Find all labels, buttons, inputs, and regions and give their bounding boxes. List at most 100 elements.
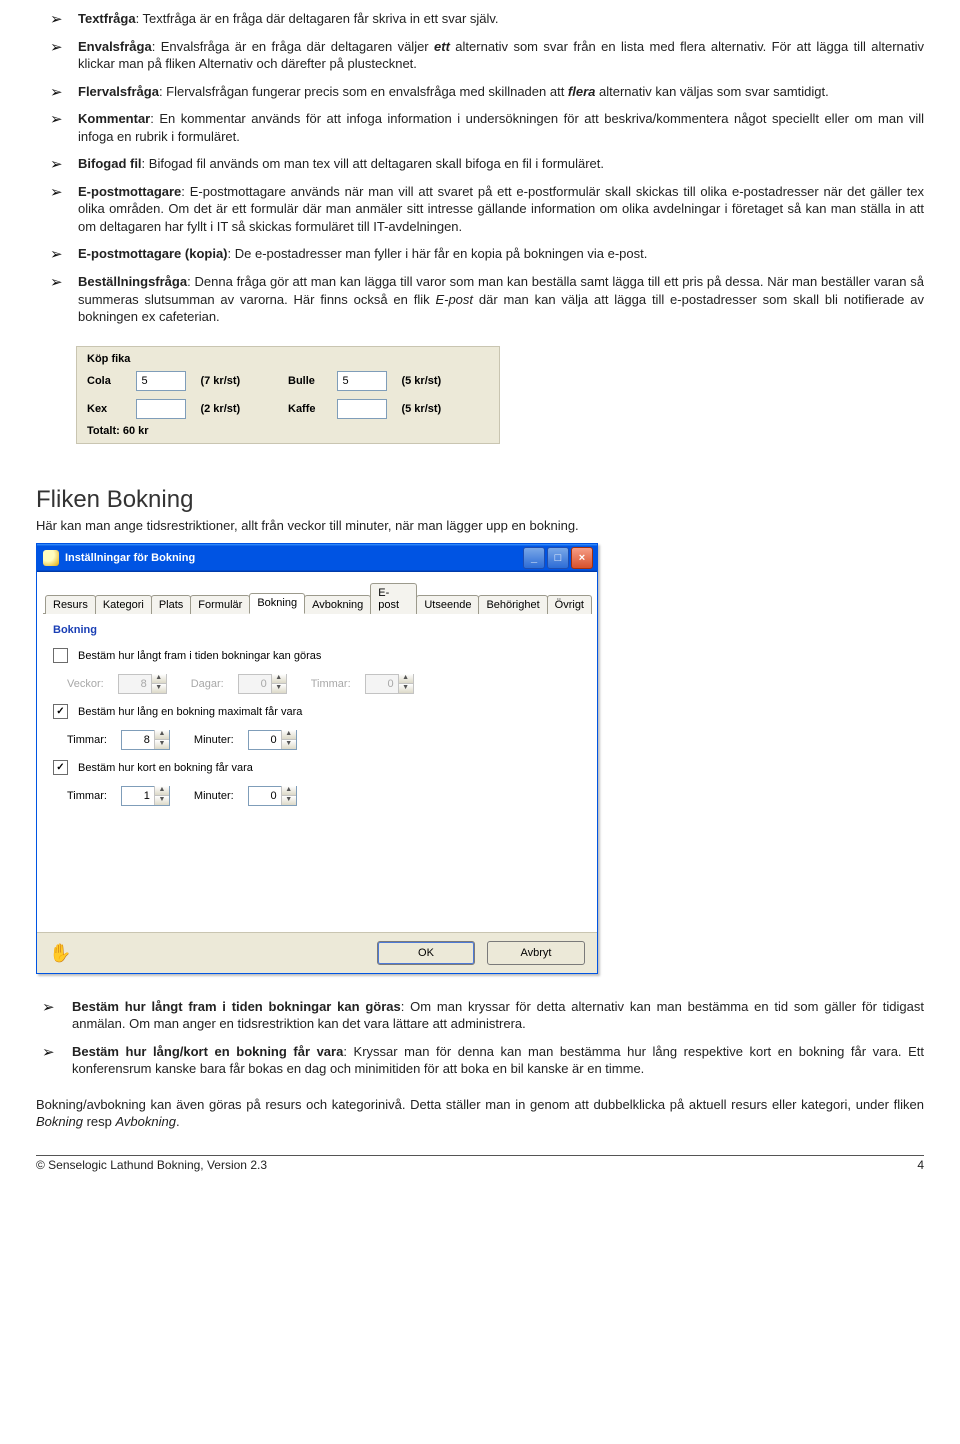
term: Flervalsfråga xyxy=(78,84,159,99)
tab-behörighet[interactable]: Behörighet xyxy=(478,595,547,614)
checkbox-label: Bestäm hur långt fram i tiden bokningar … xyxy=(78,650,321,662)
close-button[interactable]: × xyxy=(571,547,593,569)
item-label: Bulle xyxy=(288,375,337,387)
list-item: Beställningsfråga: Denna fråga gör att m… xyxy=(36,273,924,326)
term-body: : Textfråga är en fråga där deltagaren f… xyxy=(136,11,499,26)
item-price: (5 kr/st) xyxy=(387,375,489,387)
footer-page-number: 4 xyxy=(917,1158,924,1172)
checkbox-limit-ahead[interactable] xyxy=(53,648,68,663)
tab-övrigt[interactable]: Övrigt xyxy=(547,595,592,614)
tab-resurs[interactable]: Resurs xyxy=(45,595,96,614)
term: Textfråga xyxy=(78,11,136,26)
spinner-up-icon[interactable]: ▲ xyxy=(282,786,296,795)
spinner-up-icon[interactable]: ▲ xyxy=(282,730,296,739)
spinner-down-icon[interactable]: ▼ xyxy=(282,739,296,749)
order-title: Köp fika xyxy=(87,353,489,365)
item-label: Cola xyxy=(87,375,136,387)
item-price: (7 kr/st) xyxy=(186,375,288,387)
term-body: : En kommentar används för att infoga in… xyxy=(78,111,924,144)
minimize-button[interactable]: _ xyxy=(523,547,545,569)
spinner-down-icon: ▼ xyxy=(399,683,413,693)
help-hand-icon[interactable]: ✋ xyxy=(49,944,71,962)
footer-left: © Senselogic Lathund Bokning, Version 2.… xyxy=(36,1158,267,1172)
group-title: Bokning xyxy=(53,624,581,636)
dialog-icon xyxy=(43,550,59,566)
order-total: Totalt: 60 kr xyxy=(87,425,489,437)
qty-input[interactable] xyxy=(337,399,387,419)
spinner-down-icon[interactable]: ▼ xyxy=(282,795,296,805)
spinner-label: Veckor: xyxy=(67,678,104,690)
spinner-input[interactable]: 0▲▼ xyxy=(248,730,297,750)
qty-input[interactable]: 5 xyxy=(337,371,387,391)
dialog-title: Inställningar för Bokning xyxy=(65,552,523,564)
spinner-up-icon[interactable]: ▲ xyxy=(155,730,169,739)
term-body: : Bifogad fil används om man tex vill at… xyxy=(142,156,604,171)
spinner-label: Timmar: xyxy=(67,790,107,802)
section-subtext: Här kan man ange tidsrestriktioner, allt… xyxy=(36,518,924,533)
tab-kategori[interactable]: Kategori xyxy=(95,595,152,614)
tab-bokning[interactable]: Bokning xyxy=(249,593,305,614)
qty-input[interactable]: 5 xyxy=(136,371,186,391)
term: Envalsfråga xyxy=(78,39,152,54)
spinner-input: 0▲▼ xyxy=(238,674,287,694)
spinner-down-icon[interactable]: ▼ xyxy=(155,739,169,749)
spinner-input[interactable]: 8▲▼ xyxy=(121,730,170,750)
spinner-up-icon: ▲ xyxy=(272,674,286,683)
spinner-input: 8▲▼ xyxy=(118,674,167,694)
spinner-up-icon: ▲ xyxy=(152,674,166,683)
item-label: Kaffe xyxy=(288,403,337,415)
tab-formulär[interactable]: Formulär xyxy=(190,595,250,614)
qty-input[interactable] xyxy=(136,399,186,419)
spinner-up-icon: ▲ xyxy=(399,674,413,683)
maximize-button[interactable]: □ xyxy=(547,547,569,569)
list-item: Textfråga: Textfråga är en fråga där del… xyxy=(36,10,924,28)
term: Bestäm hur långt fram i tiden bokningar … xyxy=(72,999,401,1014)
spinner-input: 0▲▼ xyxy=(365,674,414,694)
checkbox-label: Bestäm hur kort en bokning får vara xyxy=(78,762,253,774)
term-body: : De e-postadresser man fyller i här får… xyxy=(228,246,648,261)
spinner-label: Minuter: xyxy=(194,790,234,802)
definition-list: Textfråga: Textfråga är en fråga där del… xyxy=(36,10,924,326)
term: Bifogad fil xyxy=(78,156,142,171)
list-item: Bestäm hur långt fram i tiden bokningar … xyxy=(36,998,924,1033)
page-footer: © Senselogic Lathund Bokning, Version 2.… xyxy=(36,1155,924,1172)
checkbox-label: Bestäm hur lång en bokning maximalt får … xyxy=(78,706,302,718)
list-item: Kommentar: En kommentar används för att … xyxy=(36,110,924,145)
spinner-input[interactable]: 0▲▼ xyxy=(248,786,297,806)
list-item: Envalsfråga: Envalsfråga är en fråga där… xyxy=(36,38,924,73)
spinner-label: Dagar: xyxy=(191,678,224,690)
term: Beställningsfråga xyxy=(78,274,187,289)
tab-e-post[interactable]: E-post xyxy=(370,583,417,614)
checkbox-max-length[interactable] xyxy=(53,704,68,719)
tab-avbokning[interactable]: Avbokning xyxy=(304,595,371,614)
checkbox-min-length[interactable] xyxy=(53,760,68,775)
term: Bestäm hur lång/kort en bokning får vara xyxy=(72,1044,343,1059)
definition-list-2: Bestäm hur långt fram i tiden bokningar … xyxy=(36,998,924,1078)
settings-dialog: Inställningar för Bokning _ □ × ResursKa… xyxy=(36,543,598,974)
closing-paragraph: Bokning/avbokning kan även göras på resu… xyxy=(36,1096,924,1131)
tab-body-bokning: Bokning Bestäm hur långt fram i tiden bo… xyxy=(43,613,591,924)
item-label: Kex xyxy=(87,403,136,415)
spinner-down-icon: ▼ xyxy=(152,683,166,693)
order-form-preview: Köp fika Cola 5 (7 kr/st) Bulle 5 (5 kr/… xyxy=(76,346,500,444)
spinner-down-icon[interactable]: ▼ xyxy=(155,795,169,805)
item-price: (2 kr/st) xyxy=(186,403,288,415)
cancel-button[interactable]: Avbryt xyxy=(487,941,585,965)
list-item: Bifogad fil: Bifogad fil används om man … xyxy=(36,155,924,173)
tab-strip: ResursKategoriPlatsFormulärBokningAvbokn… xyxy=(43,578,591,613)
spinner-label: Minuter: xyxy=(194,734,234,746)
spinner-up-icon[interactable]: ▲ xyxy=(155,786,169,795)
ok-button[interactable]: OK xyxy=(377,941,475,965)
item-price: (5 kr/st) xyxy=(387,403,489,415)
dialog-titlebar[interactable]: Inställningar för Bokning _ □ × xyxy=(37,544,597,572)
term: E-postmottagare (kopia) xyxy=(78,246,228,261)
list-item: Flervalsfråga: Flervalsfrågan fungerar p… xyxy=(36,83,924,101)
list-item: Bestäm hur lång/kort en bokning får vara… xyxy=(36,1043,924,1078)
section-heading: Fliken Bokning xyxy=(36,486,924,514)
tab-utseende[interactable]: Utseende xyxy=(416,595,479,614)
term-body: : E-postmottagare används när man vill a… xyxy=(78,184,924,234)
tab-plats[interactable]: Plats xyxy=(151,595,191,614)
list-item: E-postmottagare: E-postmottagare används… xyxy=(36,183,924,236)
spinner-label: Timmar: xyxy=(311,678,351,690)
spinner-input[interactable]: 1▲▼ xyxy=(121,786,170,806)
